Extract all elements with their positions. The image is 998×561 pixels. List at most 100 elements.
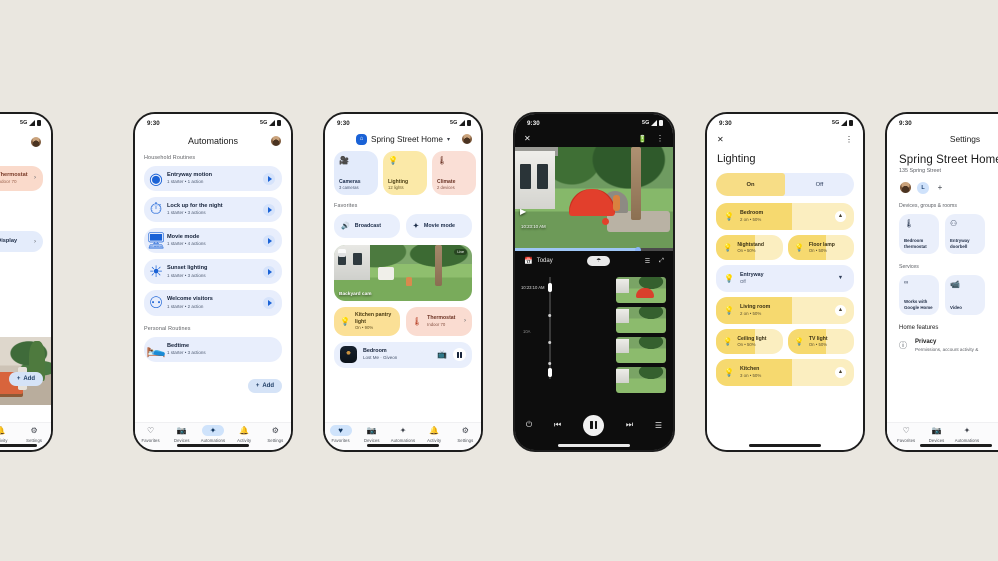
category-lighting[interactable]: 💡 Lighting 12 lights	[383, 151, 427, 195]
light-tv-light[interactable]: 💡 TV light On • 50%	[787, 329, 854, 354]
nav-item-devices[interactable]: 📷 Devices	[356, 425, 387, 443]
list-icon[interactable]: ☰	[645, 258, 650, 265]
more-vertical-icon[interactable]: ⋮	[845, 135, 853, 144]
cast-icon[interactable]: 📺	[437, 350, 447, 359]
light-group-bedroom[interactable]: 💡 Bedroom 2 on • 50% ▲	[716, 203, 854, 230]
avatar[interactable]	[461, 133, 473, 145]
favorite-broadcast[interactable]: 🔊 Broadcast	[334, 214, 400, 238]
video-scrubber[interactable]	[515, 246, 673, 251]
tile-thermostat[interactable]: 🌡 Thermostat Indoor 70 ›	[406, 307, 472, 336]
media-player-card[interactable]: Bedroom Lost Me · Giveon 📺	[334, 341, 472, 368]
automation-row[interactable]: 🛌 Bedtime 1 starter • 3 actions	[144, 336, 282, 362]
nav-item-devices[interactable]: 📷 Devices	[166, 425, 197, 443]
home-selector[interactable]: ⌂ Spring Street Home ▾	[345, 133, 461, 145]
tile-entryway-doorbell[interactable]: ⚇ Entryway doorbell	[945, 214, 985, 254]
run-automation-button[interactable]	[263, 296, 275, 309]
chevron-up-icon[interactable]: ▲	[835, 210, 846, 222]
timeline-playhead[interactable]	[548, 283, 552, 292]
camera-feed-card[interactable]: Live Backyard cam	[334, 245, 472, 301]
person-filter-button[interactable]: ☂	[587, 256, 611, 266]
automation-row[interactable]: ⏱ Lock up for the night 1 starter • 3 ac…	[144, 197, 282, 223]
menu-icon[interactable]: ☰	[655, 421, 662, 430]
home-indicator	[177, 444, 249, 447]
camera-live-view[interactable]: ▶ 10:23:10 AM	[515, 147, 673, 251]
event-thumbnail[interactable]	[616, 277, 666, 303]
timeline-event-dot[interactable]	[548, 314, 552, 318]
pause-icon[interactable]	[453, 348, 466, 362]
run-automation-button[interactable]	[263, 234, 275, 247]
tile-video[interactable]: 📹 Video	[945, 275, 985, 315]
event-thumbnail[interactable]	[616, 367, 666, 393]
nav-item-automations[interactable]: ✦ Automations	[952, 425, 982, 443]
skip-previous-icon[interactable]: ⏮	[554, 420, 561, 430]
power-icon[interactable]: ⏻	[526, 420, 532, 430]
automation-row[interactable]: ☀ Sunset lighting 1 starter • 3 actions	[144, 259, 282, 285]
automation-row[interactable]: ◉ Entryway motion 1 starter • 1 action	[144, 166, 282, 192]
phone-camera-screen: 9:30 5G ✕ 🔋 ⋮ ▶ 10:23:10 AM 📅 Today ☂ ☰ …	[515, 114, 673, 450]
tile-bedroom-thermostat[interactable]: 🌡 Bedroom thermostat	[899, 214, 939, 254]
toggle-on-button[interactable]: On	[716, 173, 785, 196]
event-thumbnail[interactable]	[616, 337, 666, 363]
pause-icon[interactable]	[583, 414, 605, 436]
scrubber-knob[interactable]	[635, 246, 642, 251]
chevron-down-icon[interactable]: ▼	[835, 273, 846, 284]
run-automation-button[interactable]	[263, 172, 275, 185]
tile-kitchen-pantry-light[interactable]: 💡 Kitchen pantry light On • 90%	[334, 307, 400, 336]
event-timeline[interactable]: 10:23:10 AM 10A	[515, 273, 673, 393]
timeline-playhead[interactable]	[548, 368, 552, 377]
avatar[interactable]	[270, 135, 282, 147]
light-nightstand[interactable]: 💡 Nightstand On • 50%	[716, 235, 783, 260]
device-card-thermostat[interactable]: 🌡 Thermostat Indoor 70 ›	[0, 166, 43, 191]
nav-item-activity[interactable]: 🔔 Activity	[229, 425, 260, 443]
skip-next-icon[interactable]: ⏭	[626, 420, 633, 430]
light-group-kitchen[interactable]: 💡 Kitchen 3 on • 50% ▲	[716, 359, 854, 386]
run-automation-button[interactable]	[263, 203, 275, 216]
collapse-icon[interactable]: ⤢	[659, 258, 664, 265]
automation-sub: 1 starter • 3 actions	[167, 272, 206, 278]
timeline-event-dot[interactable]	[548, 362, 552, 366]
nav-item-activity[interactable]: 🔔 Activity	[419, 425, 450, 443]
chevron-up-icon[interactable]: ▲	[835, 366, 846, 378]
date-selector[interactable]: 📅 Today	[524, 257, 553, 265]
nav-item-settings[interactable]: ⚙ Settings	[260, 425, 291, 443]
close-icon[interactable]: ✕	[717, 135, 724, 144]
nav-item-favorites[interactable]: ♥ Favorites	[325, 424, 356, 443]
nav-item-automations[interactable]: ✦ Automations	[197, 424, 228, 443]
light-group-living-room[interactable]: 💡 Living room 2 on • 50% ▲	[716, 297, 854, 324]
category-cameras[interactable]: 🎥 Cameras 3 cameras	[334, 151, 378, 195]
avatar[interactable]	[899, 181, 912, 194]
light-group-entryway[interactable]: 💡 Entryway Off ▼	[716, 265, 854, 292]
run-automation-button[interactable]	[263, 265, 275, 278]
nav-item-favorites[interactable]: ♡ Favorites	[891, 425, 921, 443]
favorite-movie-mode[interactable]: ✦ Movie mode	[406, 214, 472, 238]
privacy-icon: ⓘ	[899, 341, 907, 351]
timeline-event-dot[interactable]	[548, 341, 552, 345]
toggle-off-button[interactable]: Off	[785, 173, 854, 196]
automation-row[interactable]: ⚇ Welcome visitors 1 starter • 2 action	[144, 290, 282, 316]
feature-privacy[interactable]: ⓘ Privacy Permissions, account activity …	[887, 337, 998, 355]
on-off-toggle[interactable]: On Off	[716, 173, 854, 196]
nav-item-devices[interactable]: 📷 Devices	[921, 425, 951, 443]
nav-item-settings[interactable]: ⚙ Settings	[450, 425, 481, 443]
category-climate[interactable]: 🌡 Climate 2 devices	[432, 151, 476, 195]
nav-item-favorites[interactable]: ♡ Favorites	[135, 425, 166, 443]
nav-item-automations[interactable]: ✦ Automations	[387, 425, 418, 443]
event-thumbnail[interactable]	[616, 307, 666, 333]
light-ceiling-light[interactable]: 💡 Ceiling light On • 50%	[716, 329, 783, 354]
add-button[interactable]: + Add	[8, 372, 43, 386]
nav-item-activity[interactable]: 🔔 Activity	[0, 425, 11, 443]
add-button[interactable]: + Add	[247, 379, 282, 393]
close-icon[interactable]: ✕	[524, 134, 531, 143]
tile-works-with-google-home[interactable]: ∞ Works with Google Home	[899, 275, 939, 315]
member-initial[interactable]: L	[917, 181, 929, 194]
nav-item-settings[interactable]: ⚙ Settings	[24, 425, 44, 443]
avatar[interactable]	[30, 136, 42, 148]
add-member-button[interactable]: +	[934, 182, 946, 194]
ptz-icon[interactable]: ▶	[520, 207, 526, 216]
chevron-up-icon[interactable]: ▲	[835, 304, 846, 316]
climate-icon: 🌡	[437, 156, 448, 165]
more-vertical-icon[interactable]: ⋮	[656, 134, 664, 143]
device-card-display[interactable]: 🖥 Display ›	[0, 231, 43, 252]
light-floor-lamp[interactable]: 💡 Floor lamp On • 50%	[787, 235, 854, 260]
automation-row[interactable]: 🖥 Movie mode 1 starter • 4 actions	[144, 228, 282, 254]
